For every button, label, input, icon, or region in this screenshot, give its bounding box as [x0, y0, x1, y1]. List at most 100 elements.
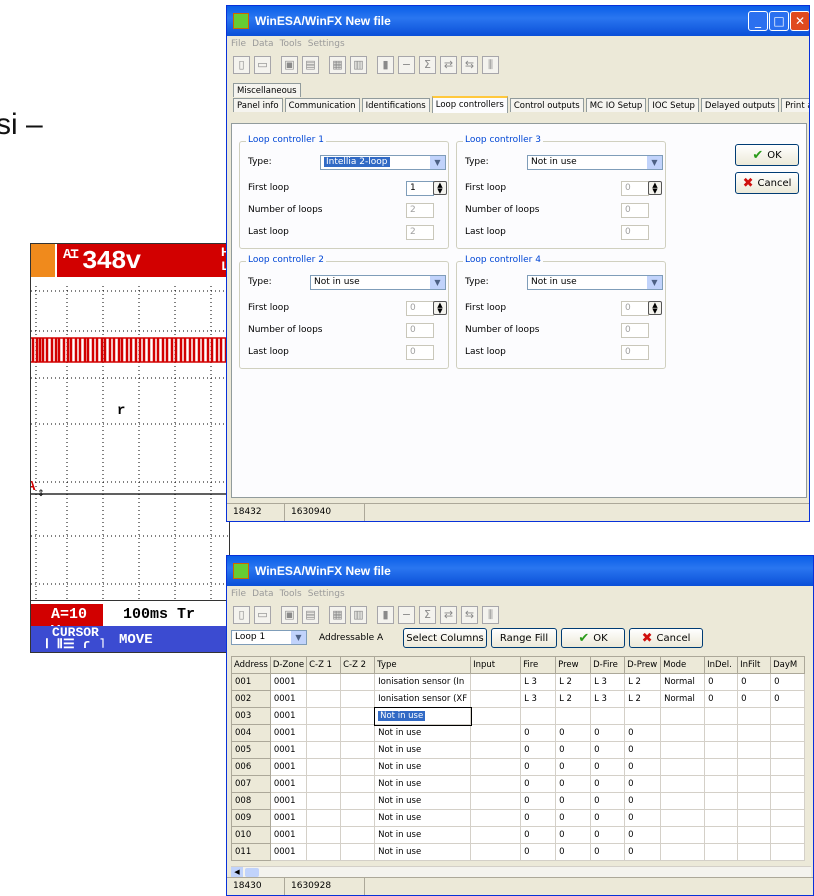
- table-cell[interactable]: [704, 758, 739, 776]
- table-cell[interactable]: [660, 826, 706, 844]
- table-cell[interactable]: [306, 843, 342, 861]
- table-cell[interactable]: 0: [520, 724, 557, 742]
- table-cell[interactable]: Not in use: [374, 758, 472, 776]
- table-row[interactable]: 004 0001 Not in use 0 0 0 0: [231, 724, 806, 742]
- table-cell[interactable]: [306, 809, 342, 827]
- table-cell[interactable]: 0001: [269, 707, 308, 725]
- page-icon[interactable]: ▮: [377, 606, 394, 624]
- table-cell[interactable]: 0: [624, 775, 662, 793]
- table-cell[interactable]: 0001: [269, 673, 308, 691]
- table-cell[interactable]: [770, 724, 806, 742]
- row-address-cell[interactable]: 002: [231, 690, 271, 708]
- table-cell[interactable]: [306, 792, 342, 810]
- table-cell[interactable]: 0: [555, 741, 592, 759]
- table-cell[interactable]: 0: [737, 690, 772, 708]
- print-icon[interactable]: ▦: [329, 606, 346, 624]
- table-cell[interactable]: [737, 809, 772, 827]
- save-all-icon[interactable]: ▤: [302, 606, 319, 624]
- table-cell[interactable]: 0001: [269, 809, 308, 827]
- table-cell[interactable]: Ionisation sensor (XF: [374, 690, 472, 708]
- table-cell[interactable]: [590, 707, 626, 725]
- table-cell[interactable]: Ionisation sensor (In: [374, 673, 472, 691]
- table-cell[interactable]: [340, 758, 376, 776]
- table-cell[interactable]: 0: [590, 792, 626, 810]
- table-cell[interactable]: [306, 775, 342, 793]
- table-row[interactable]: 008 0001 Not in use 0 0 0 0: [231, 792, 806, 810]
- table-cell[interactable]: Not in use: [374, 792, 472, 810]
- table-cell[interactable]: 0: [704, 690, 739, 708]
- chevron-down-icon[interactable]: ▼: [430, 156, 445, 169]
- table-cell[interactable]: L 2: [555, 690, 592, 708]
- row-address-cell[interactable]: 010: [231, 826, 271, 844]
- arrows-alt-icon[interactable]: ⇆: [461, 606, 478, 624]
- chevron-down-icon[interactable]: ▼: [647, 156, 662, 169]
- column-header[interactable]: C-Z 2: [340, 656, 376, 674]
- table-cell[interactable]: [704, 809, 739, 827]
- table-cell[interactable]: [660, 724, 706, 742]
- table-cell[interactable]: [660, 741, 706, 759]
- table-cell[interactable]: [737, 792, 772, 810]
- open-folder-icon[interactable]: ▭: [254, 56, 271, 74]
- table-cell[interactable]: 0001: [269, 724, 308, 742]
- table-cell[interactable]: 0: [555, 843, 592, 861]
- table-cell[interactable]: 0: [624, 843, 662, 861]
- ok-button[interactable]: ✔ OK: [735, 144, 799, 166]
- save-all-icon[interactable]: ▤: [302, 56, 319, 74]
- maximize-button[interactable]: □: [769, 11, 789, 31]
- menu-settings[interactable]: Settings: [308, 39, 345, 49]
- table-cell[interactable]: 0: [520, 758, 557, 776]
- table-cell[interactable]: [340, 826, 376, 844]
- page-icon[interactable]: ▮: [377, 56, 394, 74]
- table-cell[interactable]: 0: [624, 758, 662, 776]
- table-cell[interactable]: [306, 741, 342, 759]
- table-cell[interactable]: 0: [520, 826, 557, 844]
- row-address-cell[interactable]: 005: [231, 741, 271, 759]
- table-cell[interactable]: [470, 673, 522, 691]
- loop-select[interactable]: Loop 1 ▼: [231, 630, 307, 645]
- table-cell[interactable]: [737, 775, 772, 793]
- table-cell[interactable]: [306, 690, 342, 708]
- arrows-icon[interactable]: ⇄: [440, 606, 457, 624]
- table-cell[interactable]: [770, 758, 806, 776]
- table-cell[interactable]: [306, 673, 342, 691]
- table-cell[interactable]: 0: [520, 741, 557, 759]
- table-cell[interactable]: L 3: [590, 673, 626, 691]
- tab-delayed-outputs[interactable]: Delayed outputs: [700, 98, 780, 112]
- column-header[interactable]: Input: [470, 656, 522, 674]
- row-address-cell[interactable]: 001: [231, 673, 271, 691]
- table-cell[interactable]: 0: [624, 741, 662, 759]
- table-cell[interactable]: [737, 826, 772, 844]
- column-header[interactable]: InDel.: [704, 656, 739, 674]
- sigma-icon[interactable]: Σ: [419, 56, 436, 74]
- table-cell[interactable]: [470, 826, 522, 844]
- table-cell[interactable]: 0001: [269, 775, 308, 793]
- table-cell[interactable]: [306, 758, 342, 776]
- column-header[interactable]: D-Fire: [590, 656, 626, 674]
- arrows-alt-icon[interactable]: ⇆: [461, 56, 478, 74]
- tab-loop-controllers[interactable]: Loop controllers: [431, 96, 508, 113]
- table-cell[interactable]: [704, 843, 739, 861]
- table-cell[interactable]: 0: [770, 673, 806, 691]
- column-header[interactable]: Mode: [660, 656, 706, 674]
- table-cell[interactable]: [660, 792, 706, 810]
- tab-identifications[interactable]: Identifications: [361, 98, 430, 112]
- sigma-icon[interactable]: Σ: [419, 606, 436, 624]
- column-header[interactable]: Type: [374, 656, 472, 674]
- table-cell[interactable]: [470, 775, 522, 793]
- row-address-cell[interactable]: 011: [231, 843, 271, 861]
- table-cell[interactable]: [624, 707, 662, 725]
- table-cell[interactable]: L 3: [520, 690, 557, 708]
- table-cell[interactable]: [470, 792, 522, 810]
- column-header[interactable]: Address: [231, 656, 271, 674]
- table-cell[interactable]: 0001: [269, 690, 308, 708]
- table-cell[interactable]: [340, 690, 376, 708]
- table-row[interactable]: 005 0001 Not in use 0 0 0 0: [231, 741, 806, 759]
- table-cell[interactable]: [660, 707, 706, 725]
- tab-print-and-log[interactable]: Print and Log: [781, 98, 809, 112]
- loop-controller-3-type-select[interactable]: Not in use ▼: [527, 155, 663, 170]
- cancel-button[interactable]: ✖ Cancel: [735, 172, 799, 194]
- table-cell[interactable]: 0: [555, 724, 592, 742]
- table-cell[interactable]: 0: [590, 741, 626, 759]
- new-file-icon[interactable]: ▯: [233, 56, 250, 74]
- bars-icon[interactable]: ⫼: [482, 56, 499, 74]
